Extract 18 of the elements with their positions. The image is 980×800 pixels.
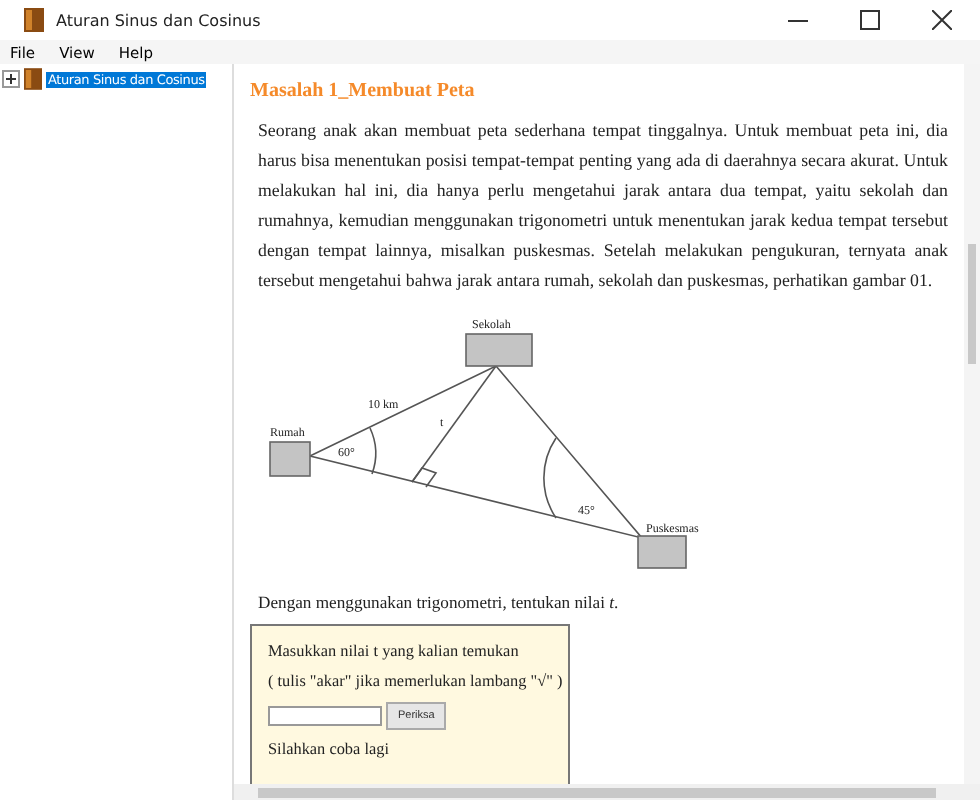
question-text: Dengan menggunakan trigonometri, tentukan nilai t.: [258, 592, 621, 612]
place-marker: [465, 333, 533, 367]
quiz-feedback: Silahkan coba lagi: [268, 740, 391, 758]
book-icon: [24, 68, 42, 90]
expand-icon[interactable]: [2, 70, 20, 88]
problem-text: Seorang anak akan membuat peta sederhana tempat tinggalnya. Untuk membuat peta ini, dia harus bisa menentukan posisi tempat-tempat penting yang ada di daerahnya secara akurat. Untuk melakukan hal ini, dia hanya perlu mengetahui jarak antara dua tempat, yaitu sekolah dan rumahnya, kemudian menggunakan trigonometri untuk menentukan jarak kedua tempat tersebut dengan tempat lainnya, misalkan puskesmas. Setelah melakukan pengukuran, ternyata anak tersebut mengetahui bahwa jarak antara rumah, sekolah dan puskesmas, perhatikan gambar 01.: [258, 118, 948, 294]
quiz-hint: ( tulis "akar" jika memerlukan lambang "√" ): [268, 672, 565, 690]
place-marker: [637, 535, 687, 569]
book-icon: [24, 8, 44, 32]
maximize-icon[interactable]: [860, 10, 880, 30]
answer-field[interactable]: [268, 706, 382, 726]
horizontal-scrollbar[interactable]: [234, 784, 980, 800]
vertical-scrollbar[interactable]: [964, 64, 980, 784]
window-title: Aturan Sinus dan Cosinus: [56, 11, 261, 29]
quiz-prompt: Masukkan nilai t yang kalian temukan: [268, 642, 521, 660]
close-icon[interactable]: [932, 10, 952, 30]
place-marker: [269, 441, 311, 477]
section-heading: Masalah 1_Membuat Peta: [250, 80, 477, 102]
